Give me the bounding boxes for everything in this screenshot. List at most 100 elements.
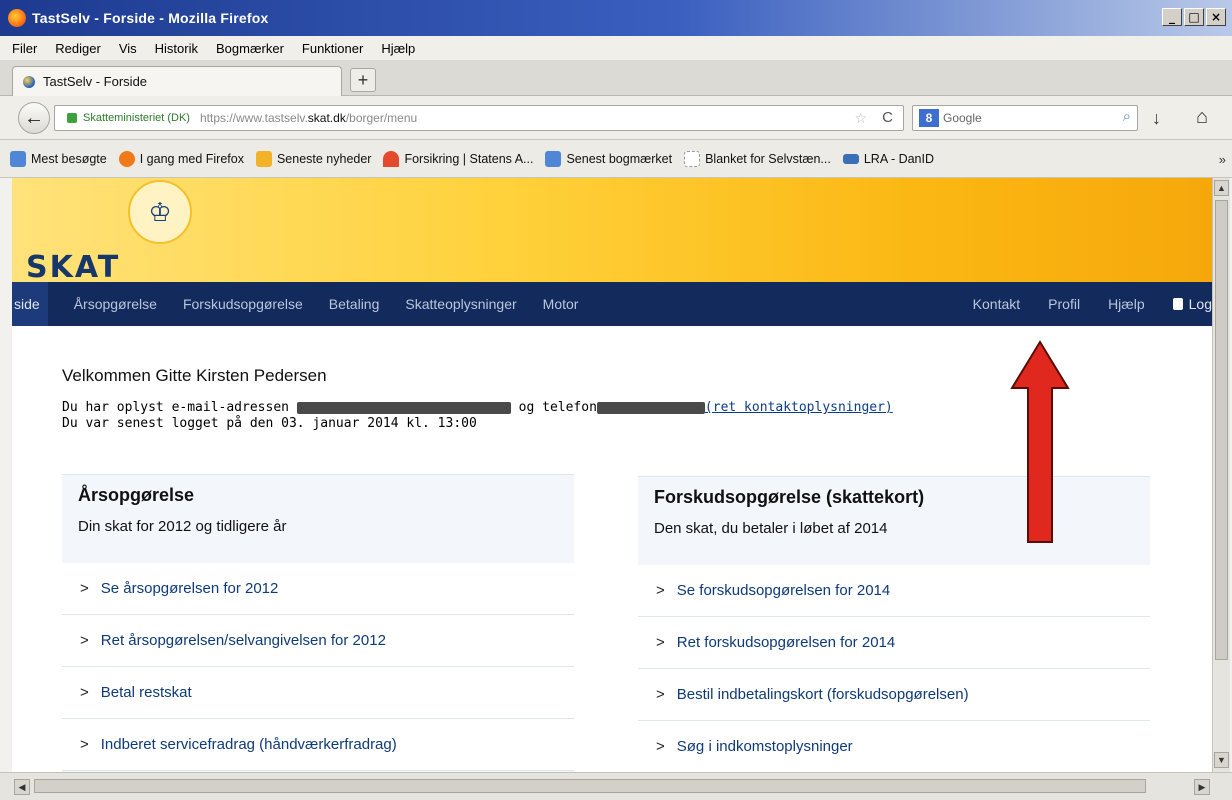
nav-skatteoplysninger[interactable]: Skatteoplysninger bbox=[405, 296, 516, 312]
contact-info-line: Du har oplyst e-mail-adressen og telefon… bbox=[62, 400, 893, 415]
list-item[interactable]: > Ret årsopgørelsen/selvangivelsen for 20… bbox=[62, 615, 574, 667]
link-label[interactable]: Ret forskudsopgørelsen for 2014 bbox=[677, 634, 895, 651]
bookmark-item[interactable]: Blanket for Selvstæn... bbox=[684, 150, 831, 167]
link-label[interactable]: Søg i indkomstoplysninger bbox=[677, 738, 853, 755]
window-titlebar: TastSelv - Forside - Mozilla Firefox _ □… bbox=[0, 0, 1232, 36]
menu-tools[interactable]: Funktioner bbox=[302, 41, 363, 56]
bookmark-label: Forsikring | Statens A... bbox=[404, 151, 534, 166]
firefox-icon bbox=[118, 150, 135, 167]
bookmarks-toolbar: Mest besøgte I gang med Firefox Seneste … bbox=[0, 140, 1232, 178]
menu-history[interactable]: Historik bbox=[155, 41, 198, 56]
chevron-right-icon: > bbox=[656, 634, 665, 651]
chevron-right-icon: > bbox=[80, 684, 89, 701]
link-label[interactable]: Se forskudsopgørelsen for 2014 bbox=[677, 582, 890, 599]
horizontal-scroll-thumb[interactable] bbox=[34, 779, 1146, 793]
folder-icon bbox=[10, 150, 26, 167]
vertical-scrollbar[interactable]: ▲ ▼ bbox=[1212, 178, 1230, 772]
bookmark-label: Blanket for Selvstæn... bbox=[705, 151, 831, 166]
nav-forskudsopgorelse[interactable]: Forskudsopgørelse bbox=[183, 296, 303, 312]
list-item[interactable]: > Betal restskat bbox=[62, 667, 574, 719]
link-label[interactable]: Betal restskat bbox=[101, 684, 192, 701]
nav-hjaelp[interactable]: Hjælp bbox=[1108, 296, 1145, 312]
list-item[interactable]: > Bestil indbetalingskort (forskudsopgøre… bbox=[638, 669, 1150, 721]
tab-label: TastSelv - Forside bbox=[43, 74, 148, 89]
link-label[interactable]: Bestil indbetalingskort (forskudsopgørel… bbox=[677, 686, 969, 703]
list-item[interactable]: > Se forskudsopgørelsen for 2014 bbox=[638, 565, 1150, 617]
panel-title: Forskudsopgørelse (skattekort) bbox=[654, 487, 925, 507]
nav-forside[interactable]: side bbox=[12, 282, 48, 326]
back-button[interactable]: ← bbox=[18, 102, 50, 134]
scroll-up-icon[interactable]: ▲ bbox=[1214, 180, 1229, 196]
skat-logo[interactable]: SKAT bbox=[26, 250, 120, 285]
search-go-icon[interactable]: ⌕ bbox=[1123, 108, 1131, 125]
page-icon bbox=[684, 150, 701, 167]
edit-contact-link[interactable]: (ret kontaktoplysninger) bbox=[705, 400, 893, 415]
panel-link-list: > Se forskudsopgørelsen for 2014 > Ret for… bbox=[638, 565, 1150, 772]
bookmark-star-icon[interactable]: ☆ bbox=[854, 110, 867, 127]
link-label[interactable]: Ret årsopgørelsen/selvangivelsen for 201… bbox=[101, 632, 386, 649]
site-identity[interactable]: Skatteministeriet (DK) bbox=[83, 112, 190, 124]
bookmarks-overflow-icon[interactable]: » bbox=[1219, 152, 1226, 167]
card-icon bbox=[842, 153, 859, 164]
rss-icon bbox=[255, 150, 272, 167]
bookmark-item[interactable]: LRA - DanID bbox=[842, 151, 935, 166]
url-domain: skat.dk bbox=[307, 111, 346, 125]
url-suffix: /borger/menu bbox=[345, 111, 418, 125]
tab-tastselv[interactable]: TastSelv - Forside bbox=[12, 66, 342, 96]
scroll-down-icon[interactable]: ▼ bbox=[1214, 752, 1229, 768]
maximize-button[interactable]: □ bbox=[1184, 8, 1204, 26]
chevron-right-icon: > bbox=[80, 736, 89, 753]
logout-button[interactable]: Log bbox=[1172, 296, 1212, 312]
bookmark-item[interactable]: Seneste nyheder bbox=[255, 150, 372, 167]
link-label[interactable]: Se årsopgørelsen for 2012 bbox=[101, 580, 279, 597]
phone-intro: og telefon bbox=[518, 400, 597, 415]
list-item[interactable]: > Indberet servicefradrag (håndværkerfrad… bbox=[62, 719, 574, 771]
bookmark-item[interactable]: Forsikring | Statens A... bbox=[383, 150, 534, 167]
navigation-bar: ← Skatteministeriet (DK) https://www.tas… bbox=[0, 96, 1232, 140]
chevron-right-icon: > bbox=[656, 686, 665, 703]
new-tab-button[interactable]: + bbox=[350, 68, 376, 92]
list-item[interactable]: > Søg i indkomstoplysninger bbox=[638, 721, 1150, 772]
nav-motor[interactable]: Motor bbox=[543, 296, 579, 312]
menu-bookmarks[interactable]: Bogmærker bbox=[216, 41, 284, 56]
menu-file[interactable]: Filer bbox=[12, 41, 37, 56]
horizontal-scrollbar[interactable]: ◀ ▶ bbox=[0, 772, 1232, 800]
bookmark-item[interactable]: Mest besøgte bbox=[10, 150, 107, 167]
panel-title: Årsopgørelse bbox=[78, 485, 195, 505]
site-main-nav: side Årsopgørelse Forskudsopgørelse Beta… bbox=[12, 282, 1212, 326]
panel-forskudsopgorelse: Forskudsopgørelse (skattekort) Den skat,… bbox=[638, 476, 1150, 772]
window-controls: _ □ × bbox=[1162, 8, 1226, 26]
minimize-button[interactable]: _ bbox=[1162, 8, 1182, 26]
chevron-right-icon: > bbox=[80, 580, 89, 597]
bookmark-item[interactable]: I gang med Firefox bbox=[118, 150, 244, 167]
download-icon[interactable]: ↓ bbox=[1152, 108, 1161, 129]
search-input[interactable]: 8 Google ⌕ bbox=[912, 105, 1138, 131]
nav-kontakt[interactable]: Kontakt bbox=[973, 296, 1020, 312]
panel-link-list: > Se årsopgørelsen for 2012 > Ret årsopgør… bbox=[62, 563, 574, 771]
google-icon[interactable]: 8 bbox=[919, 109, 939, 127]
list-item[interactable]: > Se årsopgørelsen for 2012 bbox=[62, 563, 574, 615]
bookmark-label: LRA - DanID bbox=[863, 151, 935, 166]
menu-view[interactable]: Vis bbox=[119, 41, 137, 56]
reload-button[interactable]: C bbox=[882, 109, 893, 126]
bookmark-label: Mest besøgte bbox=[31, 151, 107, 166]
welcome-heading: Velkommen Gitte Kirsten Pedersen bbox=[62, 366, 327, 385]
panel-subtitle: Din skat for 2012 og tidligere år bbox=[78, 518, 287, 535]
close-button[interactable]: × bbox=[1206, 8, 1226, 26]
firefox-icon bbox=[8, 9, 26, 27]
home-icon[interactable]: ⌂ bbox=[1196, 106, 1208, 129]
menu-help[interactable]: Hjælp bbox=[381, 41, 415, 56]
vertical-scroll-thumb[interactable] bbox=[1215, 200, 1228, 660]
nav-arsopgorelse[interactable]: Årsopgørelse bbox=[74, 296, 157, 312]
link-label[interactable]: Indberet servicefradrag (håndværkerfradr… bbox=[101, 736, 397, 753]
nav-betaling[interactable]: Betaling bbox=[329, 296, 380, 312]
bookmark-item[interactable]: Senest bogmærket bbox=[545, 150, 672, 167]
nav-profil[interactable]: Profil bbox=[1048, 296, 1080, 312]
scroll-right-icon[interactable]: ▶ bbox=[1194, 779, 1210, 795]
scroll-left-icon[interactable]: ◀ bbox=[14, 779, 30, 795]
list-item[interactable]: > Ret forskudsopgørelsen for 2014 bbox=[638, 617, 1150, 669]
url-bar[interactable]: Skatteministeriet (DK) https://www.tasts… bbox=[54, 105, 904, 131]
bookmark-label: Seneste nyheder bbox=[276, 151, 372, 166]
panel-arsopgorelse: Årsopgørelse Din skat for 2012 og tidlig… bbox=[62, 474, 574, 772]
menu-edit[interactable]: Rediger bbox=[55, 41, 101, 56]
